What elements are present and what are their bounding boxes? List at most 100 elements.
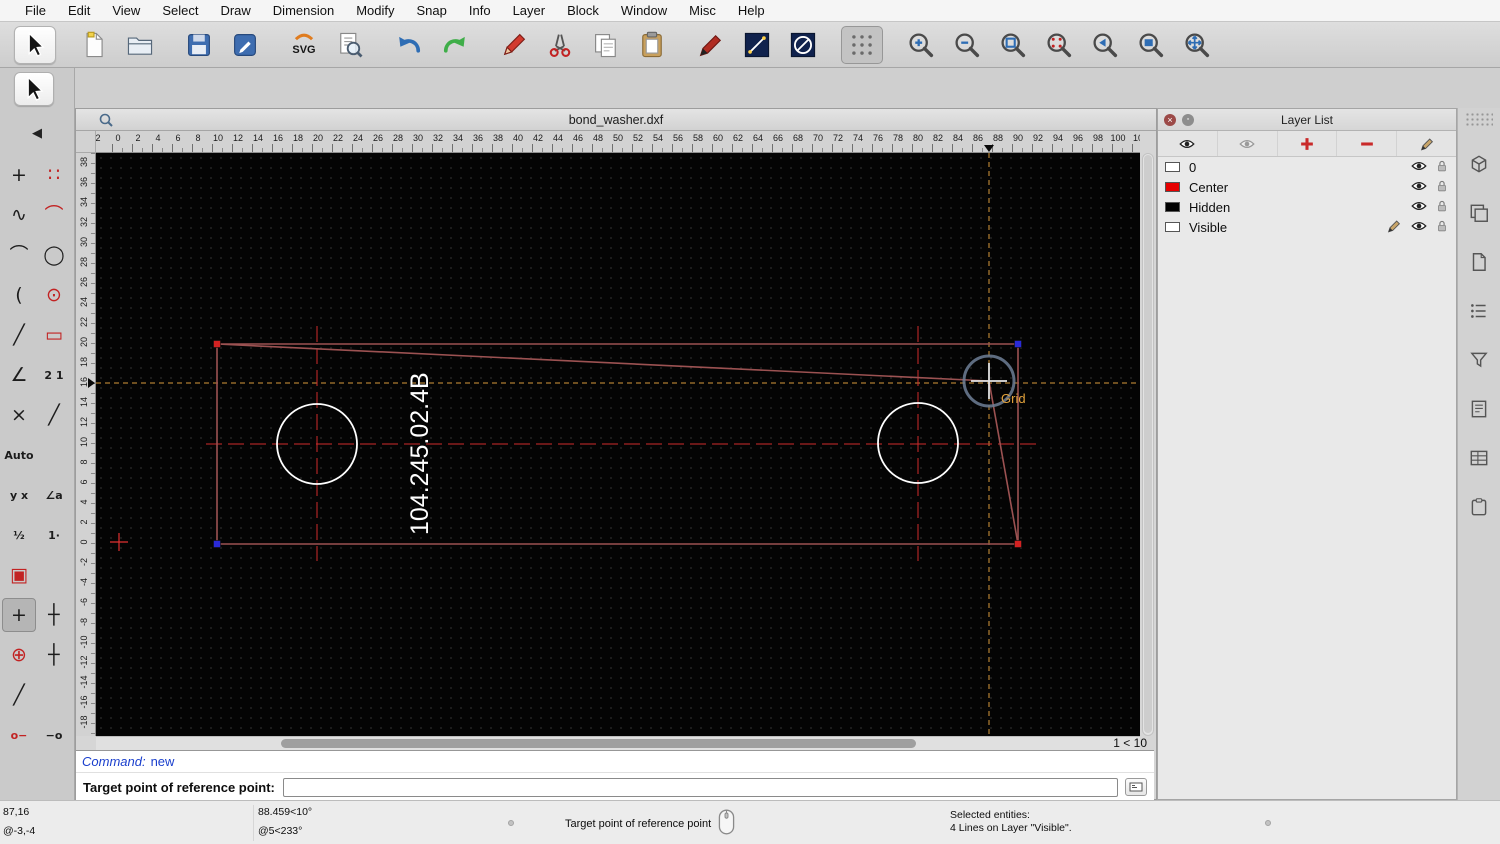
- remove-layer-button[interactable]: [1337, 131, 1398, 156]
- svg-export-button[interactable]: SVG: [283, 26, 325, 64]
- block-list-panel-toggle[interactable]: [1465, 248, 1493, 276]
- drawing-preferences-button[interactable]: [224, 26, 266, 64]
- redo-button[interactable]: [434, 26, 476, 64]
- status-splitter-knob[interactable]: [1265, 820, 1271, 826]
- grid-toggle-button[interactable]: [841, 25, 883, 64]
- menu-dimension[interactable]: Dimension: [262, 3, 345, 18]
- layer-lock-icon[interactable]: [1435, 219, 1449, 236]
- selection-pointer-button[interactable]: [14, 72, 54, 106]
- paste-button[interactable]: [631, 26, 673, 64]
- layer-visibility-eye-icon[interactable]: [1410, 177, 1428, 198]
- pen-attributes-button[interactable]: [690, 26, 732, 64]
- selection-filter-panel-toggle[interactable]: [1465, 346, 1493, 374]
- palette-back-button[interactable]: ◀: [22, 122, 52, 144]
- no-fill-button[interactable]: [782, 26, 824, 64]
- snap-intersection-tool[interactable]: ┼: [37, 638, 71, 672]
- zoom-pan-button[interactable]: [1176, 26, 1218, 64]
- zoom-in-button[interactable]: [900, 26, 942, 64]
- layer-visibility-eye-icon[interactable]: [1410, 197, 1428, 218]
- menu-file[interactable]: File: [14, 3, 57, 18]
- restrict-vertical-tool[interactable]: −o: [37, 718, 71, 752]
- property-editor-panel-toggle[interactable]: [1465, 150, 1493, 178]
- hide-all-layers-button[interactable]: [1218, 131, 1278, 156]
- snap-on-entity-tool[interactable]: ╱: [2, 678, 36, 712]
- menu-snap[interactable]: Snap: [406, 3, 458, 18]
- show-all-layers-button[interactable]: [1158, 131, 1218, 156]
- panel-float-button[interactable]: ▫: [1182, 114, 1194, 126]
- line-attributes-button[interactable]: [736, 26, 778, 64]
- arc-tangent-tool[interactable]: (: [2, 278, 36, 312]
- handle-top-right[interactable]: [1014, 340, 1022, 348]
- command-options-button[interactable]: [1125, 778, 1147, 796]
- command-history-panel-toggle[interactable]: [1465, 444, 1493, 472]
- tangent-two-circles-tool[interactable]: 2 1: [37, 358, 71, 392]
- layer-lock-icon[interactable]: [1435, 179, 1449, 196]
- menu-modify[interactable]: Modify: [345, 3, 405, 18]
- snap-endpoint-tool[interactable]: ┼: [37, 598, 71, 632]
- library-browser-panel-toggle[interactable]: [1465, 395, 1493, 423]
- menu-info[interactable]: Info: [458, 3, 502, 18]
- snap-grid-tool[interactable]: ▣: [2, 558, 36, 592]
- curve-points-tool[interactable]: ⌒: [37, 198, 71, 232]
- status-splitter-knob[interactable]: [508, 820, 514, 826]
- rectangle-tool[interactable]: ▭: [37, 318, 71, 352]
- menu-help[interactable]: Help: [727, 3, 776, 18]
- angle-line-tool[interactable]: ∠: [2, 358, 36, 392]
- save-file-button[interactable]: [178, 26, 220, 64]
- snap-center-tool[interactable]: ⊕: [2, 638, 36, 672]
- intersection-tool[interactable]: ×: [2, 398, 36, 432]
- menu-edit[interactable]: Edit: [57, 3, 101, 18]
- dock-grip[interactable]: [1465, 112, 1493, 128]
- zoom-out-button[interactable]: [946, 26, 988, 64]
- layer-list-panel-toggle[interactable]: [1465, 199, 1493, 227]
- menu-block[interactable]: Block: [556, 3, 610, 18]
- point-tool[interactable]: +: [2, 158, 36, 192]
- cut-button[interactable]: [539, 26, 581, 64]
- zoom-selection-button[interactable]: [1038, 26, 1080, 64]
- panel-close-button[interactable]: ×: [1164, 114, 1176, 126]
- layer-visibility-eye-icon[interactable]: [1410, 217, 1428, 238]
- layer-row-hidden[interactable]: Hidden: [1158, 197, 1456, 217]
- layer-lock-icon[interactable]: [1435, 159, 1449, 176]
- restrict-horizontal-tool[interactable]: o−: [2, 718, 36, 752]
- arc-tool[interactable]: ⌒: [2, 238, 36, 272]
- horizontal-scrollbar-thumb[interactable]: [281, 739, 916, 748]
- print-preview-button[interactable]: [329, 26, 371, 64]
- divide-tool[interactable]: ╱: [37, 398, 71, 432]
- view-list-panel-toggle[interactable]: [1465, 297, 1493, 325]
- edit-layer-button[interactable]: [1397, 131, 1456, 156]
- hatch-tool[interactable]: ∷: [37, 158, 71, 192]
- circle-center-tool[interactable]: ⊙: [37, 278, 71, 312]
- layer-row-visible[interactable]: Visible: [1158, 217, 1456, 237]
- angle-snap-tool[interactable]: ∠a: [37, 478, 71, 512]
- draw-pen-button[interactable]: [493, 26, 535, 64]
- zoom-previous-button[interactable]: [1084, 26, 1126, 64]
- horizontal-scrollbar[interactable]: [96, 736, 1140, 750]
- spline-tool[interactable]: ∿: [2, 198, 36, 232]
- clipboard-panel-toggle[interactable]: [1465, 493, 1493, 521]
- vertical-scrollbar-thumb[interactable]: [1144, 155, 1152, 733]
- menu-view[interactable]: View: [101, 3, 151, 18]
- undo-button[interactable]: [388, 26, 430, 64]
- auto-snap-button[interactable]: Auto: [2, 438, 36, 472]
- pointer-tool[interactable]: [14, 25, 56, 64]
- command-input[interactable]: [282, 777, 1118, 797]
- handle-top-left[interactable]: [213, 340, 221, 348]
- zoom-auto-button[interactable]: [992, 26, 1034, 64]
- menu-window[interactable]: Window: [610, 3, 678, 18]
- layer-lock-icon[interactable]: [1435, 199, 1449, 216]
- layer-row-center[interactable]: Center: [1158, 177, 1456, 197]
- snap-distance-tool[interactable]: 1·: [37, 518, 71, 552]
- zoom-window-button[interactable]: [1130, 26, 1172, 64]
- layer-row-0[interactable]: 0: [1158, 157, 1456, 177]
- drawing-canvas[interactable]: 104.245.02.4B Grid: [96, 153, 1140, 736]
- menu-draw[interactable]: Draw: [209, 3, 261, 18]
- menu-misc[interactable]: Misc: [678, 3, 727, 18]
- handle-bottom-right[interactable]: [1014, 540, 1022, 548]
- tangent-line-tool[interactable]: ╱: [2, 318, 36, 352]
- snap-middle-tool[interactable]: ½: [2, 518, 36, 552]
- new-file-button[interactable]: [73, 26, 115, 64]
- vertical-scrollbar[interactable]: [1142, 153, 1154, 736]
- layer-visibility-eye-icon[interactable]: [1410, 157, 1428, 178]
- ortho-xy-tool[interactable]: y x: [2, 478, 36, 512]
